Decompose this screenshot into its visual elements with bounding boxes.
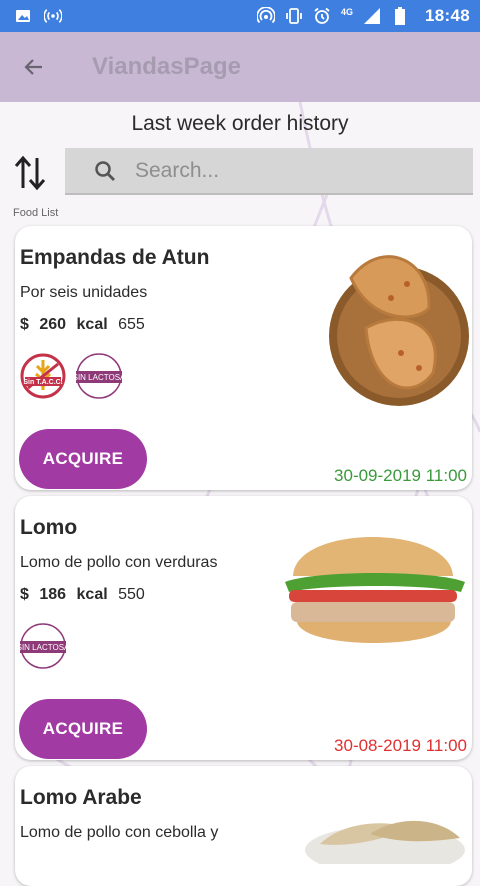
sin-tacc-text: Sin T.A.C.C.	[23, 379, 62, 386]
vibrate-icon	[285, 7, 303, 25]
hotspot-icon	[257, 7, 275, 25]
kcal-label: kcal	[76, 586, 108, 603]
food-price: 186	[39, 586, 67, 603]
sin-lactosa-badge: SIN LACTOSA	[75, 353, 123, 399]
empanadas-image	[329, 255, 469, 406]
food-name: Lomo	[20, 516, 78, 539]
sin-lactosa-text: SIN LACTOSA	[75, 373, 123, 382]
food-description: Lomo de pollo con cebolla y	[20, 824, 219, 841]
sort-button[interactable]	[12, 154, 48, 192]
order-date: 30-08-2019 11:00	[334, 736, 467, 755]
sin-lactosa-text: SIN LACTOSA	[19, 643, 67, 652]
order-date: 30-09-2019 11:00	[334, 466, 467, 485]
food-name: Empandas de Atun	[20, 246, 210, 269]
kcal-label: kcal	[76, 316, 108, 333]
search-icon	[95, 160, 115, 181]
status-bar: 4G 18:48	[0, 0, 480, 32]
clock: 18:48	[425, 6, 470, 25]
search-input[interactable]	[133, 157, 457, 184]
search-bar[interactable]	[65, 148, 473, 195]
diet-badges: Sin T.A.C.C. SIN LACTOSA	[19, 352, 123, 400]
back-button[interactable]	[14, 47, 54, 87]
price-row: $ 186 kcal 550	[20, 586, 145, 604]
alarm-icon	[313, 7, 331, 25]
lomo-arabe-image	[305, 820, 465, 864]
sin-lactosa-badge: SIN LACTOSA	[19, 623, 67, 669]
sin-tacc-badge: Sin T.A.C.C.	[20, 353, 66, 399]
food-description: Lomo de pollo con verduras	[20, 554, 218, 571]
currency-symbol: $	[20, 586, 29, 603]
sandwich-image	[285, 537, 465, 643]
acquire-button[interactable]: ACQUIRE	[19, 429, 147, 489]
app-bar: ViandasPage	[0, 32, 480, 102]
battery-icon	[391, 7, 409, 25]
signal-icon	[363, 7, 381, 25]
food-card: Lomo Arabe Lomo de pollo con cebolla y	[15, 766, 472, 886]
diet-badges: SIN LACTOSA	[19, 622, 67, 670]
currency-symbol: $	[20, 316, 29, 333]
food-list-label: Food List	[13, 207, 59, 219]
kcal-value: 550	[118, 586, 145, 603]
food-name: Lomo Arabe	[20, 786, 142, 809]
image-notification-icon	[14, 7, 32, 25]
food-price: 260	[39, 316, 67, 333]
food-description: Por seis unidades	[20, 284, 148, 301]
kcal-value: 655	[118, 316, 145, 333]
sort-arrows-icon	[14, 155, 46, 191]
acquire-button[interactable]: ACQUIRE	[19, 699, 147, 759]
arrow-left-icon	[24, 59, 42, 75]
network-type: 4G	[341, 7, 354, 17]
page-subtitle: Last week order history	[131, 112, 349, 135]
food-card: Empandas de Atun Por seis unidades $ 260…	[15, 226, 472, 490]
food-card: Lomo Lomo de pollo con verduras $ 186 kc…	[15, 496, 472, 760]
app-title: ViandasPage	[92, 53, 241, 80]
broadcast-icon	[44, 7, 62, 25]
price-row: $ 260 kcal 655	[20, 316, 145, 334]
